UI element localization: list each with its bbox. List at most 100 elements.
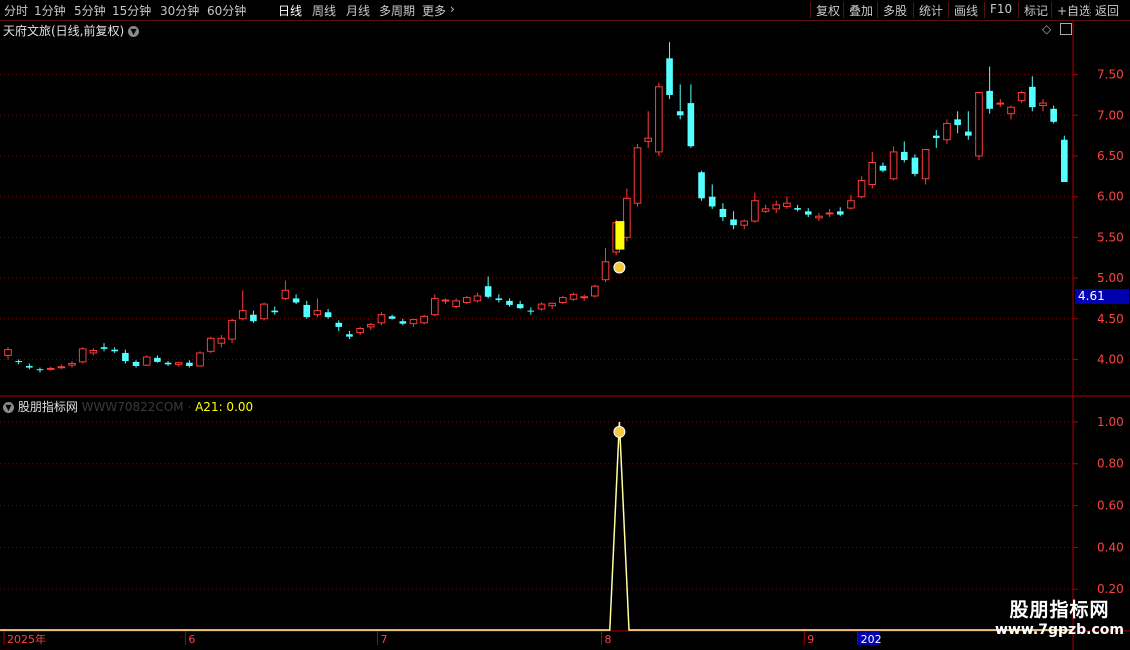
candle-body-down [122,352,129,362]
candle-body-down [100,347,108,349]
candle-body-up [548,302,556,307]
candle-body-up [409,319,418,325]
candle-body-down [698,172,705,199]
candle-body-up [68,363,76,366]
candle-body-up [366,323,375,328]
candle-body-down [303,304,311,318]
candle-body-up [815,215,823,219]
candle-body-up [921,148,930,180]
chevron-down-icon[interactable]: ▼ [3,402,14,413]
candle-body-down [527,310,535,312]
candle-body-up [559,297,567,303]
indicator-y-tick-label: 0.80 [1097,457,1124,471]
candle-body-up [420,315,428,324]
candle-body-up [1017,92,1026,102]
indicator-y-tick-label: 0.60 [1097,499,1124,513]
candle-body-up [996,102,1005,105]
candle-body-up [206,337,215,352]
watermark-url: www.7gpzb.com [994,622,1124,638]
candle-body-down [1061,139,1068,183]
x-tick-label: 9 [807,633,814,646]
layout-toggle-icon[interactable] [1060,23,1072,35]
candle-body-down [324,312,332,318]
candle-body-up [46,367,55,370]
candle-body-down [26,365,33,368]
candle-body-down [164,362,172,365]
candle-body-up [217,337,226,344]
candle-body-down [495,298,503,301]
candle-body-up [783,202,791,207]
indicator-y-tick-label: 0.40 [1097,540,1124,554]
candle-body-up [601,261,610,281]
candle-body-up [825,212,834,215]
candle-body-down [111,349,119,352]
candle-body-up [441,299,450,302]
candle-body-up [238,310,247,320]
candle-body-up [751,200,759,222]
diamond-icon[interactable]: ◇ [1042,22,1051,36]
candle-body-down [271,310,279,313]
main-y-tick-label: 4.50 [1097,312,1124,326]
candle-body-up [463,297,471,303]
candle-body-down [719,208,727,218]
candle-body-down [399,321,407,324]
candle-body-up [174,362,183,365]
candle-body-down [836,211,844,215]
candle-body-up [847,200,855,209]
candle-body-down [932,135,940,139]
indicator-site: WWW70822COM [81,400,184,414]
indicator-name: 股朋指标网 [17,400,78,414]
main-y-tick-label: 7.00 [1097,108,1124,122]
candle-body-down [730,219,737,226]
chevron-down-icon[interactable]: ▼ [128,26,140,37]
candle-body-up [857,179,866,198]
candle-body-up [623,197,631,238]
candle-body-down [986,90,993,109]
candle-body-down [250,314,257,322]
candle-body-down [154,357,161,362]
candle-body-up [655,86,663,153]
signal-bar [615,221,625,250]
candle-body-down [516,304,524,309]
candle-body-down [687,103,695,147]
candle-body-down [15,361,22,363]
indicator-value: A21: 0.00 [195,400,254,414]
candle-body-up [260,303,268,320]
candle-body-up [772,204,781,210]
watermark-title: 股朋指标网 [1009,599,1110,621]
indicator-y-tick-label: 1.00 [1097,415,1124,429]
candle-body-down [954,119,961,126]
money-bag-icon [613,425,626,438]
candle-body-down [388,316,396,319]
candle-body-up [761,208,770,212]
candle-body-up [142,356,151,366]
candle-body-down [506,300,513,305]
candle-body-up [740,220,749,226]
main-title[interactable]: 天府文旅(日线,前复权) ▼ [3,22,140,39]
candle-body-up [89,349,98,354]
candle-body-down [676,111,684,116]
chart-canvas: 4.004.505.005.506.006.507.007.500.200.40… [0,20,1130,650]
candle-body-up [281,289,290,299]
candle-body-down [666,58,673,95]
indicator-header[interactable]: ▼ 股朋指标网 WWW70822COM · A21: 0.00 [3,398,253,415]
candle-body-down [186,362,193,366]
candle-body-up [943,122,951,141]
candle-body-up [1039,102,1047,107]
candle-body-up [591,285,599,297]
main-y-tick-label: 4.00 [1097,352,1124,366]
candle-body-down [335,322,343,327]
x-tick-label: 202 [861,633,882,646]
candle-body-up [569,293,578,300]
main-y-tick-label: 6.50 [1097,149,1124,163]
main-y-tick-label: 5.50 [1097,230,1124,244]
candle-body-down [794,208,801,210]
candle-body-up [228,319,236,340]
candle-body-up [975,92,983,157]
x-tick-label: 8 [605,633,612,646]
candle-body-down [346,334,353,337]
candle-body-up [377,314,386,324]
candle-body-up [580,296,588,299]
candle-body-up [868,162,877,185]
separator: · [187,400,196,414]
